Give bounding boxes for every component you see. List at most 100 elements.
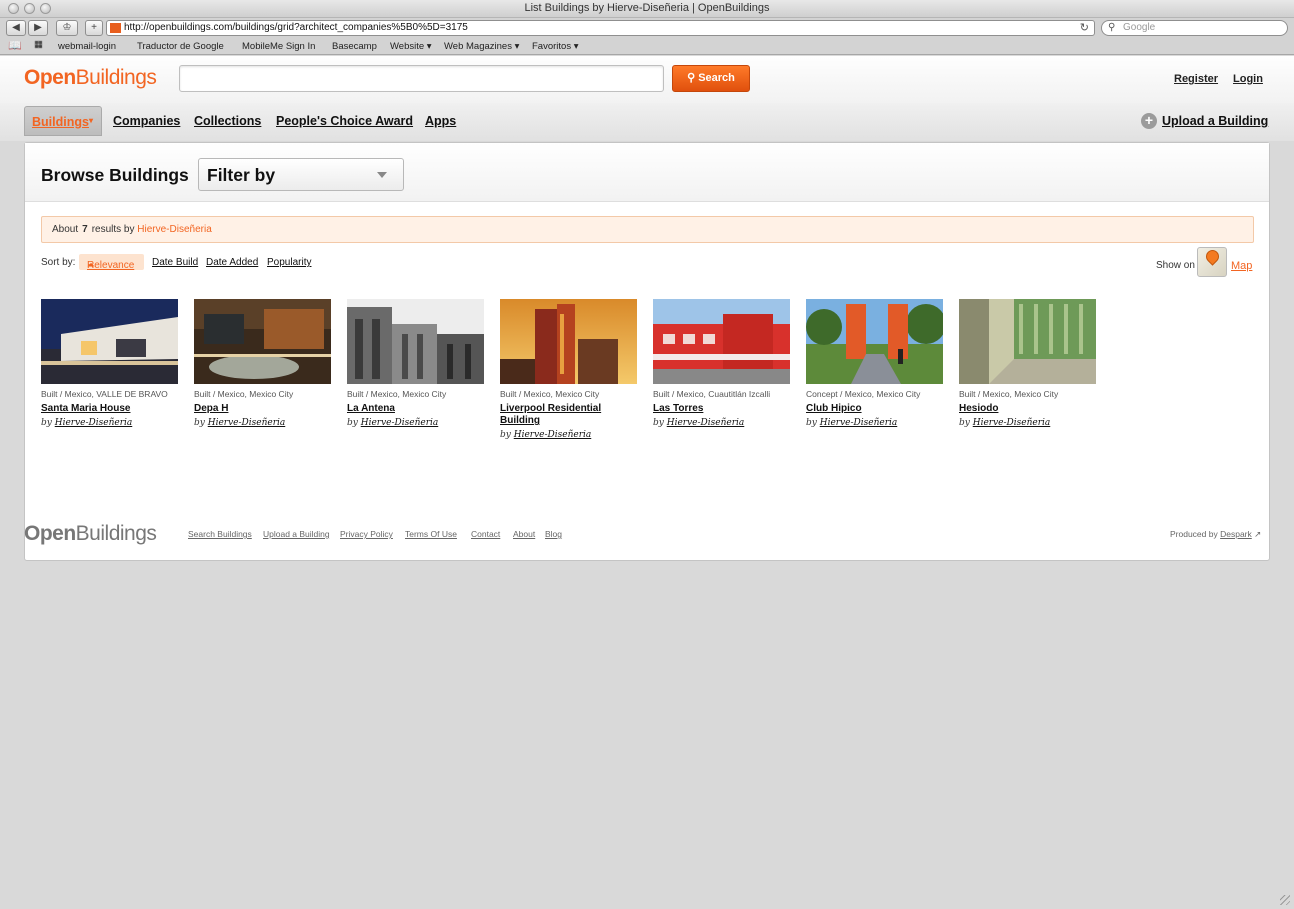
add-bookmark-button[interactable]: + [85,20,103,36]
register-link[interactable]: Register [1174,73,1218,85]
architect-link[interactable]: Hierve-Diseñeria [667,418,745,428]
site-header: OpenBuildings ⚲ Search Register Login [0,56,1294,103]
bookmark-item[interactable]: webmail-login [58,41,116,52]
address-url: http://openbuildings.com/buildings/grid?… [124,22,468,33]
building-photo[interactable] [653,299,790,384]
address-bar[interactable]: http://openbuildings.com/buildings/grid?… [106,20,1095,36]
search-icon: ⚲ [1108,22,1116,33]
main-nav: Buildings ▾ Companies Collections People… [0,103,1294,141]
search-icon: ⚲ [687,72,696,84]
building-card: Concept / Mexico, Mexico City Club Hipic… [806,299,946,428]
forward-arrow-icon: ▶ [34,22,42,33]
building-name-link[interactable]: Santa Maria House [41,403,181,415]
footer-link[interactable]: About [513,529,535,539]
bookmark-item[interactable]: Favoritos ▾ [532,41,578,52]
bookmarks-button[interactable]: ♔ [56,20,78,36]
building-card: Built / Mexico, Mexico City Hesiodo by H… [959,299,1099,428]
nav-buildings-tab[interactable]: Buildings ▾ [24,106,102,136]
back-arrow-icon: ◀ [12,22,20,33]
upload-building-link[interactable]: Upload a Building [1162,114,1268,128]
map-icon[interactable] [1197,247,1227,277]
search-button[interactable]: ⚲ Search [672,65,750,92]
external-link-icon: ↗ [1254,529,1262,539]
results-count: 7 [82,224,88,235]
sort-date-added[interactable]: Date Added [206,257,258,268]
footer-link[interactable]: Privacy Policy [340,529,393,539]
building-photo[interactable] [347,299,484,384]
top-sites-grid-icon[interactable]: ▦ [34,39,43,50]
sort-date-build[interactable]: Date Build [152,257,198,268]
nav-peoples-choice[interactable]: People's Choice Award [276,114,413,128]
architect-link[interactable]: Hierve-Diseñeria [208,418,286,428]
filter-dropdown[interactable]: Filter by [198,158,404,191]
building-name-link[interactable]: Depa H [194,403,334,415]
sort-label: Sort by: [41,257,76,268]
page-title: Browse Buildings [41,165,189,185]
bookmark-item[interactable]: Traductor de Google [137,41,224,52]
bookmarks-bar: 📖 ▦ webmail-login Traductor de Google Mo… [0,38,1294,55]
show-on-label: Show on [1156,260,1195,271]
architect-link[interactable]: Hierve-Diseñeria [361,418,439,428]
results-company-link[interactable]: Hierve-Diseñeria [137,224,211,235]
site-search-input[interactable] [179,65,664,92]
browser-search-placeholder: Google [1123,22,1156,33]
footer-link[interactable]: Upload a Building [263,529,330,539]
nav-apps[interactable]: Apps [425,114,456,128]
bookmark-item[interactable]: Web Magazines ▾ [444,41,519,52]
building-name-link[interactable]: Hesiodo [959,403,1099,415]
reading-list-icon[interactable]: 📖 [8,39,22,52]
bookmark-crown-icon: ♔ [62,22,72,33]
building-card: Built / Mexico, Mexico City Liverpool Re… [500,299,640,440]
login-link[interactable]: Login [1233,73,1263,85]
building-name-link[interactable]: Liverpool Residential Building [500,403,640,427]
browser-search-field[interactable]: ⚲ Google [1101,20,1288,36]
building-card: Built / Mexico, Mexico City La Antena by… [347,299,487,428]
building-name-link[interactable]: La Antena [347,403,487,415]
architect-link[interactable]: Hierve-Diseñeria [820,418,898,428]
forward-button[interactable]: ▶ [28,20,48,36]
nav-companies[interactable]: Companies [113,114,180,128]
browser-toolbar: ◀ ▶ ♔ + http://openbuildings.com/buildin… [0,18,1294,38]
producer-link[interactable]: Despark [1220,529,1252,539]
building-photo[interactable] [194,299,331,384]
reload-icon[interactable]: ↻ [1080,21,1089,35]
building-card: Built / Mexico, Cuautitlán Izcalli Las T… [653,299,793,428]
chevron-down-icon: ▾ [89,116,94,125]
web-page: OpenBuildings ⚲ Search Register Login Bu… [0,56,1294,909]
plus-icon: + [91,22,97,33]
footer-link[interactable]: Terms Of Use [405,529,457,539]
architect-link[interactable]: Hierve-Diseñeria [973,418,1051,428]
results-summary: About 7 results by Hierve-Diseñeria [41,216,1254,243]
architect-link[interactable]: Hierve-Diseñeria [514,430,592,440]
building-card: Built / Mexico, VALLE DE BRAVO Santa Mar… [41,299,181,428]
plus-circle-icon[interactable]: + [1141,113,1157,129]
browse-panel-header: Browse Buildings Filter by [25,143,1269,202]
building-photo[interactable] [806,299,943,384]
building-name-link[interactable]: Club Hipico [806,403,946,415]
site-logo[interactable]: OpenBuildings [24,66,157,90]
building-photo[interactable] [500,299,637,384]
window-title: List Buildings by Hierve-Diseñeria | Ope… [524,2,770,14]
back-button[interactable]: ◀ [6,20,26,36]
sort-popularity[interactable]: Popularity [267,257,311,268]
bookmark-item[interactable]: MobileMe Sign In [242,41,315,52]
site-favicon-icon [110,23,121,33]
bookmark-item[interactable]: Website ▾ [390,41,432,52]
map-link[interactable]: Map [1231,260,1252,272]
building-card: Built / Mexico, Mexico City Depa H by Hi… [194,299,334,428]
chevron-down-icon [377,172,387,178]
sort-relevance[interactable]: ⏶ Relevance [79,254,144,271]
footer-link[interactable]: Contact [471,529,500,539]
footer-link[interactable]: Search Buildings [188,529,252,539]
building-name-link[interactable]: Las Torres [653,403,793,415]
nav-collections[interactable]: Collections [194,114,261,128]
bookmark-item[interactable]: Basecamp [332,41,377,52]
produced-by: Produced by Despark ↗ [1170,529,1262,539]
footer-logo[interactable]: OpenBuildings [24,522,157,546]
footer-link[interactable]: Blog [545,529,562,539]
window-resize-handle[interactable] [1280,895,1290,905]
building-photo[interactable] [41,299,178,384]
building-photo[interactable] [959,299,1096,384]
architect-link[interactable]: Hierve-Diseñeria [55,418,133,428]
browse-panel: Browse Buildings Filter by About 7 results… [24,142,1270,561]
